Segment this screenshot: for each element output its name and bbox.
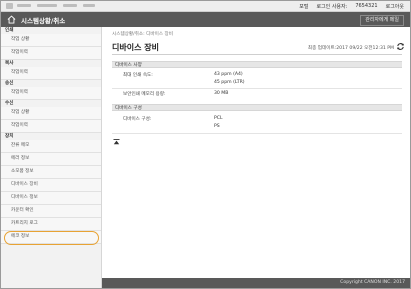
top-links: 포털 로그인 사용자: 7654321 로그아웃 [299,2,404,10]
login-user-label: 로그인 사용자: [316,3,348,10]
row-divider [112,88,402,89]
sidebar-group-receive: 수신 [5,101,14,106]
sidebar-item-copy-job-log[interactable]: 작업이력 [1,67,101,80]
sidebar-item-check-counter[interactable]: 카운터 확인 [1,205,101,218]
logout-link[interactable]: 로그아웃 [386,3,404,10]
device-info [17,4,95,7]
secure-print-memory-label: 보안인쇄 메모리 용량: [123,92,166,97]
last-updated: 최종 업데이트:2017 09/22 오전12:31 PM [307,46,394,51]
sidebar-item-print-job-status[interactable]: 작업 상황 [1,34,101,47]
sidebar: 인쇄 작업 상황 작업이력 복사 작업이력 송신 작업이력 수신 작업 상황 작… [1,27,102,288]
sidebar-item-receive-job-log[interactable]: 작업이력 [1,120,101,133]
sidebar-group-print: 인쇄 [5,28,14,33]
main-content: 시스템상황/취소: 디바이스 장비 디바이스 장비 최종 업데이트:2017 0… [102,27,410,278]
sidebar-group-device: 장치 [5,134,14,139]
sidebar-item-device-info[interactable]: 디바이스 정보 [1,192,101,205]
sidebar-item-error-info[interactable]: 에러 정보 [1,153,101,166]
device-config-label: 디바이스 구성: [123,117,152,122]
section-device-config: 디바이스 구성 [112,104,402,111]
max-print-speed-label: 최대 인쇄 속도: [123,73,153,78]
copyright: Copyright CANON INC. 2017 [340,280,405,285]
title-bar: 시스템상황/취소 관리자에게 메일 [1,12,410,27]
sidebar-item-consumables-info[interactable]: 소모품 정보 [1,166,101,179]
mail-admin-button[interactable]: 관리자에게 메일 [360,15,404,26]
sidebar-group-send: 송신 [5,81,14,86]
sidebar-item-print-job-log[interactable]: 작업이력 [1,47,101,60]
top-strip: 포털 로그인 사용자: 7654321 로그아웃 [1,1,410,12]
canon-logo [6,3,13,9]
selected-item-highlight [4,231,99,245]
device-config-ps: PS [214,124,220,129]
page-category-title: 시스템상황/취소 [21,17,66,25]
max-print-speed-ltr: 45 ppm (LTR) [214,80,245,85]
sidebar-group-copy: 복사 [5,61,14,66]
refresh-icon[interactable] [396,42,405,51]
device-config-pcl: PCL [214,116,223,121]
section-device-specs: 디바이스 사양 [112,61,402,68]
sidebar-item-cartridge-log[interactable]: 카트리지 로그 [1,218,101,231]
max-print-speed-a4: 43 ppm (A4) [214,72,243,77]
breadcrumb[interactable]: 시스템상황/취소: 디바이스 장비 [112,31,173,37]
back-to-top-icon[interactable] [113,139,120,145]
browser-window: 포털 로그인 사용자: 7654321 로그아웃 시스템상황/취소 관리자에게 … [0,0,411,289]
page-title: 디바이스 장비 [112,43,159,52]
login-user-id: 7654321 [355,3,378,9]
secure-print-memory-value: 30 MB [214,91,229,96]
sidebar-item-device-features[interactable]: 디바이스 장비 [1,179,101,192]
portal-link[interactable]: 포털 [299,3,308,10]
footer: Copyright CANON INC. 2017 [102,278,410,288]
title-divider [112,54,402,55]
sidebar-item-remaining-memo[interactable]: 잔류 메모 [1,140,101,153]
sidebar-item-receive-job-status[interactable]: 작업 상황 [1,107,101,120]
row-divider [112,133,402,134]
sidebar-item-send-job-log[interactable]: 작업이력 [1,87,101,100]
home-icon[interactable] [7,15,16,24]
